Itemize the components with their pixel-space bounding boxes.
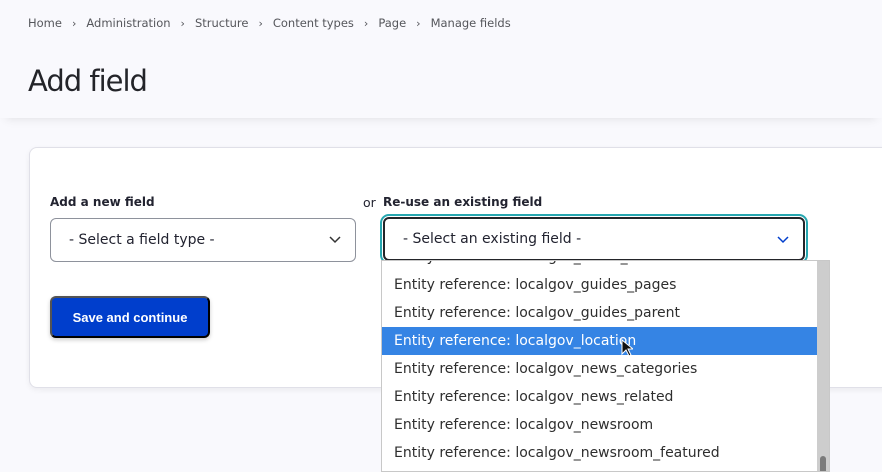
breadcrumb-content-types[interactable]: Content types [273,16,354,30]
list-item[interactable]: Entity reference: localgov_news_related [382,383,818,411]
save-and-continue-button[interactable]: Save and continue [50,296,210,338]
scrollbar-thumb[interactable] [820,456,826,471]
field-type-select[interactable]: - Select a field type - [50,218,356,262]
breadcrumb-home[interactable]: Home [28,16,62,30]
existing-field-select[interactable]: - Select an existing field - [380,214,808,264]
breadcrumb-structure[interactable]: Structure [195,16,249,30]
mouse-cursor-icon [621,339,633,357]
chevron-right-icon: › [416,16,421,30]
list-item-highlighted[interactable]: Entity reference: localgov_location [382,327,818,355]
new-field-label: Add a new field [50,195,155,209]
chevron-down-icon [777,236,789,244]
list-item[interactable]: Entity reference: localgov_newsroom [382,411,818,439]
chevron-right-icon: › [258,16,263,30]
list-item[interactable]: Entity reference: localgov_guides_parent [382,299,818,327]
breadcrumb-page[interactable]: Page [378,16,406,30]
existing-field-value: - Select an existing field - [403,231,582,247]
breadcrumb-manage-fields[interactable]: Manage fields [431,16,511,30]
or-text: or [363,195,376,210]
scrollbar[interactable] [817,261,829,471]
list-item[interactable]: Entity reference: localgov_guides_pages [382,271,818,299]
list-item[interactable]: Entity reference: localgov_newsroom_feat… [382,439,818,467]
field-type-value: - Select a field type - [69,232,215,248]
chevron-right-icon: › [180,16,185,30]
list-item[interactable]: Entity reference: localgov_news_categori… [382,355,818,383]
list-item[interactable]: Entity reference: localgov_event_venue [382,261,818,271]
page-title: Add field [28,64,148,98]
breadcrumb-administration[interactable]: Administration [86,16,170,30]
page-header: Home › Administration › Structure › Content… [0,0,882,118]
chevron-right-icon: › [71,16,77,30]
existing-field-dropdown-list: Entity reference: localgov_event_venue E… [381,260,830,472]
existing-field-label: Re-use an existing field [383,195,543,209]
breadcrumb: Home › Administration › Structure › Content… [28,16,511,30]
chevron-right-icon: › [363,16,369,30]
chevron-down-icon [329,236,341,244]
